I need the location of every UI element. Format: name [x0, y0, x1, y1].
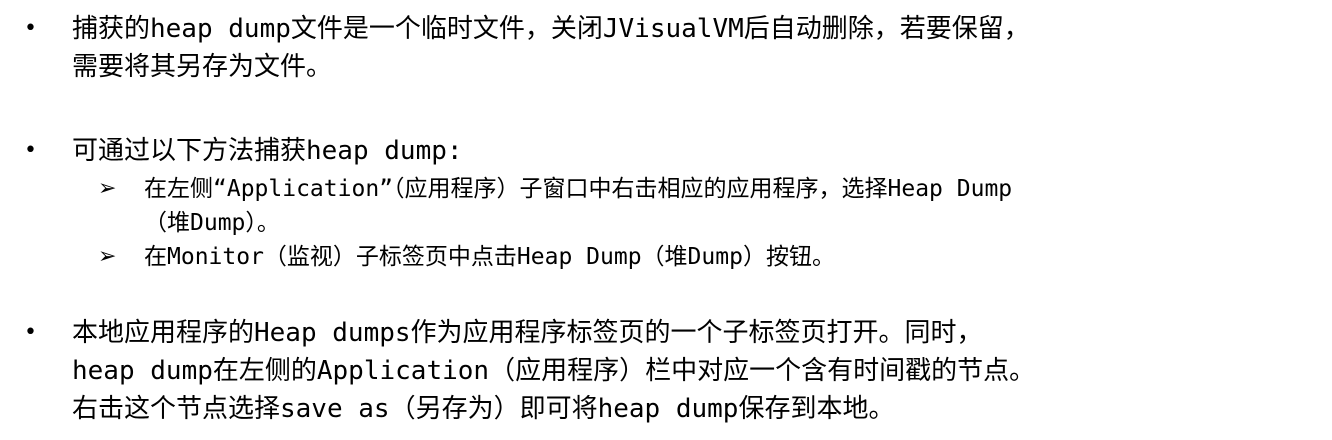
bullet-text: 可通过以下方法捕获heap dump:: [72, 132, 463, 170]
sub-list-capture-methods: ➢ 在左侧“Application”（应用程序）子窗口中右击相应的应用程序，选择…: [98, 172, 1298, 274]
arrow-bullet-icon: ➢: [98, 176, 117, 201]
bullet-marker: •: [24, 16, 37, 41]
arrow-bullet-icon: ➢: [98, 244, 117, 269]
sub-item-monitor-tab: ➢ 在Monitor（监视）子标签页中点击Heap Dump（堆Dump）按钮。: [98, 240, 1298, 274]
sub-item-application-window: ➢ 在左侧“Application”（应用程序）子窗口中右击相应的应用程序，选择…: [98, 172, 1298, 240]
bullet-text: 捕获的heap dump文件是一个临时文件，关闭JVisualVM后自动删除，若…: [72, 10, 1030, 86]
slide-content: • 捕获的heap dump文件是一个临时文件，关闭JVisualVM后自动删除…: [0, 0, 1332, 440]
bullet-line: 本地应用程序的Heap dumps作为应用程序标签页的一个子标签页打开。同时，: [72, 318, 983, 348]
bullet-item-local-heap-dumps: • 本地应用程序的Heap dumps作为应用程序标签页的一个子标签页打开。同时…: [22, 314, 1312, 428]
bullet-line: 捕获的heap dump文件是一个临时文件，关闭JVisualVM后自动删除，若…: [72, 14, 1030, 44]
bullet-row: • 捕获的heap dump文件是一个临时文件，关闭JVisualVM后自动删除…: [22, 10, 1312, 86]
bullet-marker: •: [24, 320, 37, 345]
bullet-row: • 可通过以下方法捕获heap dump:: [22, 132, 1312, 170]
bullet-marker: •: [24, 138, 37, 163]
bullet-text: 本地应用程序的Heap dumps作为应用程序标签页的一个子标签页打开。同时， …: [72, 314, 1035, 428]
sub-item-line: 在Monitor（监视）子标签页中点击Heap Dump（堆Dump）按钮。: [144, 244, 835, 270]
bullet-item-capture-methods: • 可通过以下方法捕获heap dump:: [22, 132, 1312, 170]
bullet-line: 需要将其另存为文件。: [72, 52, 333, 82]
bullet-line: heap dump在左侧的Application（应用程序）栏中对应一个含有时间…: [72, 356, 1036, 386]
bullet-line: 右击这个节点选择save as（另存为）即可将heap dump保存到本地。: [72, 394, 895, 424]
bullet-row: • 本地应用程序的Heap dumps作为应用程序标签页的一个子标签页打开。同时…: [22, 314, 1312, 428]
sub-item-text: 在Monitor（监视）子标签页中点击Heap Dump（堆Dump）按钮。: [144, 240, 835, 274]
sub-item-line: 在左侧“Application”（应用程序）子窗口中右击相应的应用程序，选择He…: [144, 176, 1013, 202]
bullet-item-temp-file: • 捕获的heap dump文件是一个临时文件，关闭JVisualVM后自动删除…: [22, 10, 1312, 86]
sub-item-line: （堆Dump）。: [144, 210, 280, 236]
sub-item-text: 在左侧“Application”（应用程序）子窗口中右击相应的应用程序，选择He…: [144, 172, 1012, 240]
bullet-line: 可通过以下方法捕获heap dump:: [72, 136, 463, 166]
